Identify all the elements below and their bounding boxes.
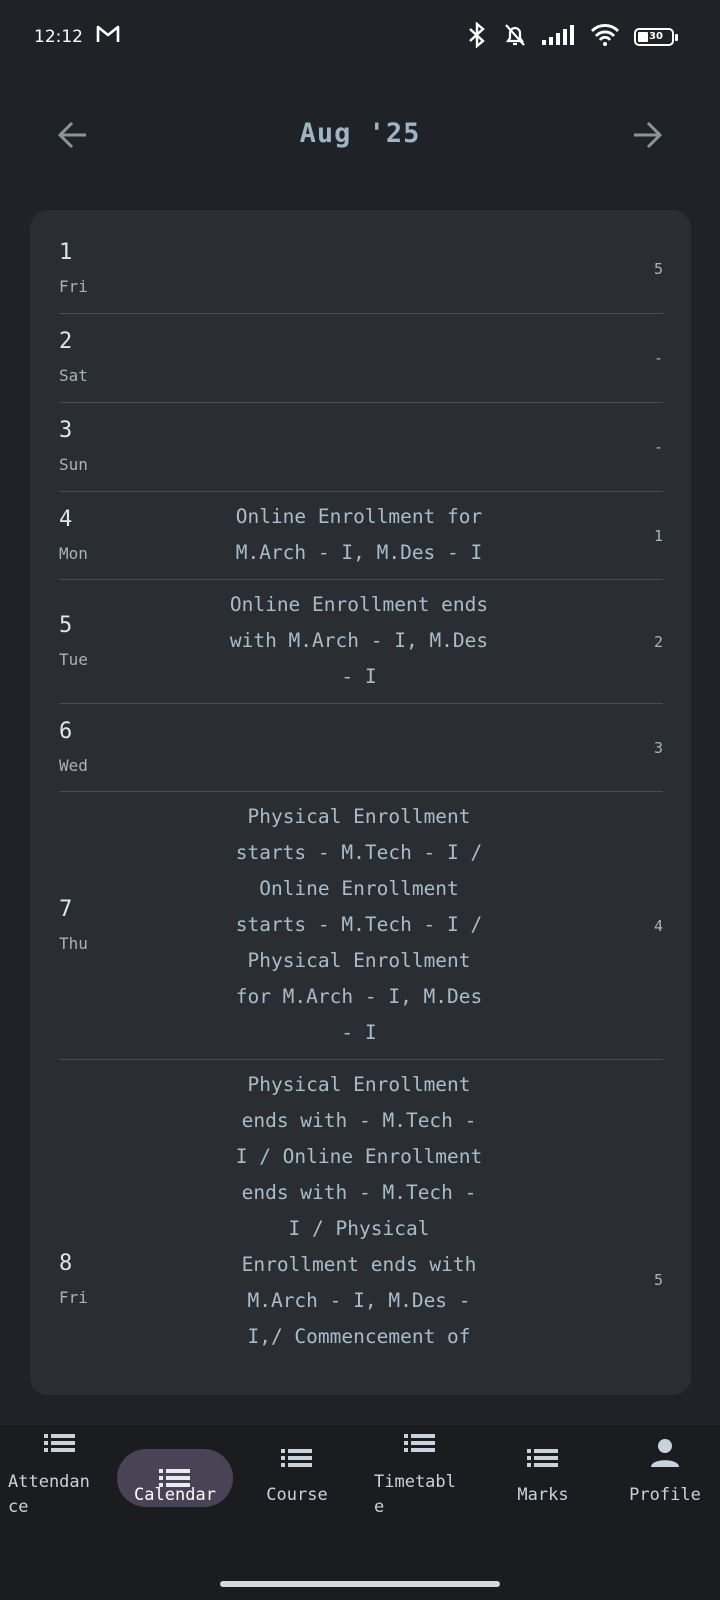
day-count: - (653, 349, 663, 367)
day-of-week: Tue (59, 650, 88, 669)
day-number: 1 (59, 240, 73, 265)
day-number: 7 (59, 897, 73, 922)
wifi-icon (590, 23, 620, 51)
event-text: Online Enrollment ends with M.Arch - I, … (229, 593, 489, 688)
status-time: 12:12 (34, 27, 83, 47)
day-number: 2 (59, 329, 73, 354)
nav-calendar[interactable]: Calendar (115, 1425, 235, 1565)
arrow-right-icon (634, 121, 663, 149)
calendar-row[interactable]: 3 Sun - (59, 402, 663, 492)
nav-label: Calendar (134, 1485, 216, 1505)
day-of-week: Fri (59, 277, 88, 296)
calendar-list[interactable]: 1 Fri 5 2 Sat - 3 Sun - 4 Mon Online Enr… (30, 210, 691, 1395)
list-icon (527, 1449, 558, 1467)
event-text: Physical Enrollment ends with - M.Tech -… (235, 1073, 483, 1348)
nav-label: Course (266, 1485, 328, 1505)
calendar-row[interactable]: 7 Thu Physical Enrollment starts - M.Tec… (59, 791, 663, 1060)
next-month-button[interactable] (630, 118, 664, 152)
nav-label: Timetabl e (374, 1472, 456, 1517)
day-count: 2 (653, 633, 663, 651)
day-count: 4 (653, 917, 663, 935)
nav-marks[interactable]: Marks (483, 1425, 603, 1565)
day-number: 3 (59, 418, 73, 443)
day-of-week: Sun (59, 455, 88, 474)
day-of-week: Thu (59, 934, 88, 953)
nav-attendance[interactable]: Attendan ce (0, 1425, 120, 1565)
day-count: 3 (653, 739, 663, 757)
day-count: 5 (653, 260, 663, 278)
calendar-row[interactable]: 8 Fri Physical Enrollment ends with - M.… (59, 1059, 663, 1395)
calendar-row[interactable]: 4 Mon Online Enrollment for M.Arch - I, … (59, 491, 663, 580)
day-number: 6 (59, 719, 73, 744)
status-icons: 30 (466, 21, 678, 52)
battery-icon: 30 (634, 28, 678, 46)
nav-profile[interactable]: Profile (605, 1425, 720, 1565)
home-indicator[interactable] (220, 1581, 500, 1587)
calendar-row[interactable]: 5 Tue Online Enrollment ends with M.Arch… (59, 579, 663, 704)
day-count: - (653, 438, 663, 456)
nav-course[interactable]: Course (237, 1425, 357, 1565)
day-of-week: Wed (59, 756, 88, 775)
calendar-row[interactable]: 1 Fri 5 (59, 220, 663, 314)
day-of-week: Mon (59, 544, 88, 563)
list-icon (44, 1434, 75, 1452)
day-of-week: Fri (59, 1288, 88, 1307)
bottom-navigation: Attendan ce Calendar Course Timetabl e M… (0, 1425, 720, 1600)
nav-label: Marks (517, 1485, 569, 1505)
list-icon (281, 1449, 312, 1467)
bell-muted-icon (502, 22, 528, 52)
list-icon (404, 1434, 435, 1452)
status-bar: 12:12 30 (0, 0, 720, 74)
calendar-row[interactable]: 6 Wed 3 (59, 703, 663, 792)
battery-level: 30 (649, 31, 663, 42)
calendar-row[interactable]: 2 Sat - (59, 313, 663, 403)
nav-label: Profile (629, 1485, 701, 1505)
nav-timetable[interactable]: Timetabl e (360, 1425, 480, 1565)
day-number: 5 (59, 613, 73, 638)
gmail-icon (96, 24, 120, 48)
event-text: Physical Enrollment starts - M.Tech - I … (235, 805, 483, 1044)
person-icon (651, 1439, 679, 1467)
nav-label: Attendan ce (8, 1472, 90, 1517)
day-count: 5 (653, 1271, 663, 1289)
signal-icon (542, 24, 576, 50)
day-count: 1 (653, 527, 663, 545)
day-number: 4 (59, 507, 73, 532)
day-of-week: Sat (59, 366, 88, 385)
month-title: Aug '25 (299, 118, 421, 149)
bluetooth-icon (466, 21, 488, 52)
event-text: Online Enrollment for M.Arch - I, M.Des … (235, 505, 483, 564)
day-number: 8 (59, 1251, 73, 1276)
